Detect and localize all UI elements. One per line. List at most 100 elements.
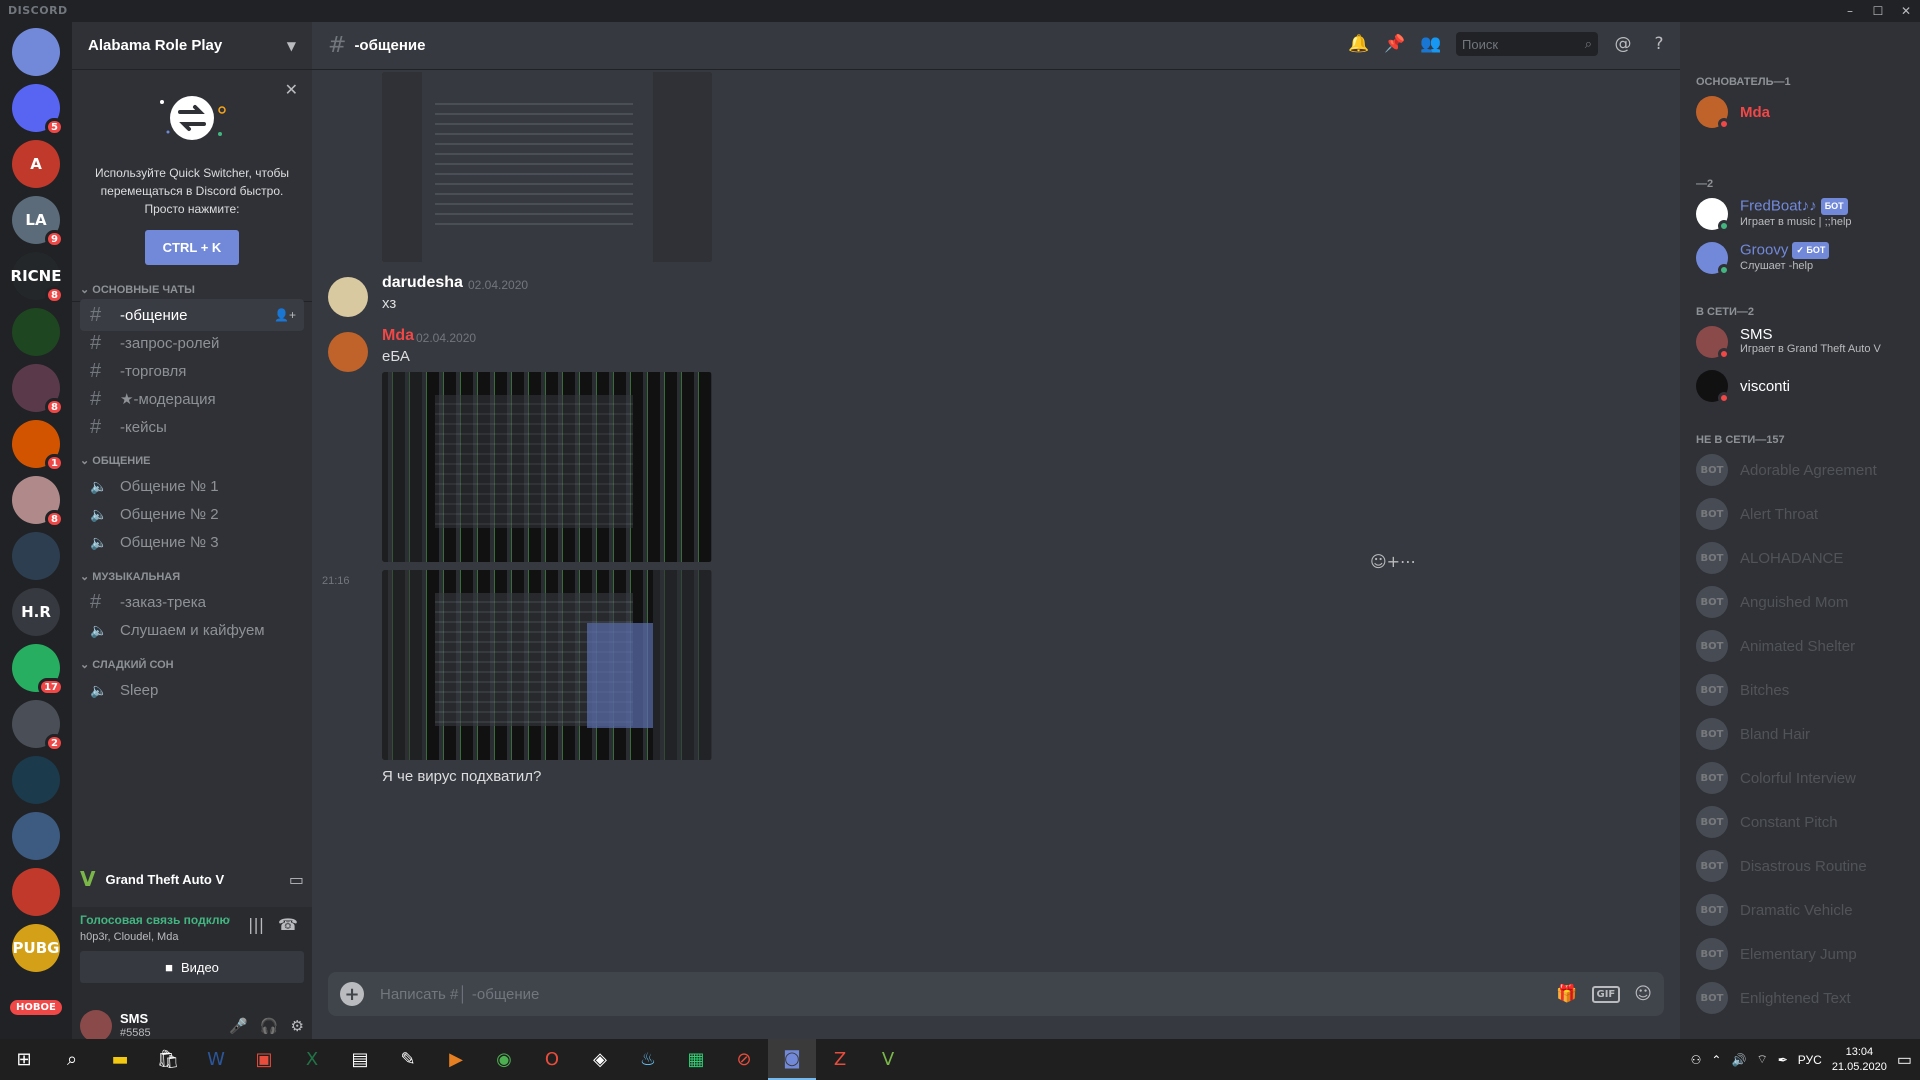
voice-channel-3[interactable]: 🔈 Общение № 3 [80, 526, 304, 558]
gta-taskbar-icon[interactable]: V [864, 1039, 912, 1080]
member-offline[interactable]: BOT ALOHADANCE [1696, 538, 1916, 578]
server-la-icon[interactable]: LA 9 [12, 196, 64, 248]
member-offline[interactable]: BOT Bitches [1696, 670, 1916, 710]
server-pubg-icon[interactable]: PUBG [12, 924, 60, 972]
media-icon[interactable]: ▶ [432, 1039, 480, 1080]
member-online[interactable]: visconti [1696, 366, 1916, 406]
member-offline[interactable]: BOT Elementary Jump [1696, 934, 1916, 974]
microphone-icon[interactable]: 🎤 [229, 1017, 248, 1035]
server-dark-icon[interactable] [12, 532, 60, 580]
pdf-icon[interactable]: ▣ [240, 1039, 288, 1080]
voice-connected-status[interactable]: Голосовая связь подключена [80, 913, 230, 927]
member-offline[interactable]: BOT Adorable Agreement [1696, 450, 1916, 490]
server-art-icon[interactable]: 2 [12, 700, 64, 752]
message-input[interactable]: Написать #│ -общение [380, 986, 539, 1003]
terminal-icon[interactable]: ▦ [672, 1039, 720, 1080]
network-icon[interactable]: ⌔ [1756, 1052, 1767, 1067]
member-offline[interactable]: BOT Anguished Mom [1696, 582, 1916, 622]
help-icon[interactable]: ? [1648, 34, 1670, 54]
disconnect-icon[interactable]: ☎ [278, 915, 298, 934]
member-offline[interactable]: BOT Enlightened Text [1696, 978, 1916, 1018]
windows-start-icon[interactable]: ⊞ [0, 1039, 48, 1080]
server-a-icon[interactable]: A [12, 140, 60, 188]
close-window-button[interactable]: ✕ [1892, 0, 1920, 22]
category-talk[interactable]: ⌄ ОБЩЕНИЕ [80, 454, 150, 467]
server-hr-icon[interactable]: H.R [12, 588, 60, 636]
add-attachment-icon[interactable]: + [340, 982, 364, 1006]
file-explorer-icon[interactable]: ▬ [96, 1039, 144, 1080]
voice-channel-sleep[interactable]: 🔈 Sleep [80, 674, 304, 706]
avatar[interactable] [328, 277, 368, 317]
attachment-image[interactable] [382, 372, 712, 562]
gift-icon[interactable]: 🎁 [1556, 984, 1577, 1004]
add-reaction-icon[interactable]: ☺+ [1370, 552, 1400, 571]
member-offline[interactable]: BOT Constant Pitch [1696, 802, 1916, 842]
chevron-up-icon[interactable]: ⌃ [1711, 1053, 1721, 1067]
pin-icon[interactable]: 📌 [1384, 34, 1406, 54]
member-offline[interactable]: BOT Dramatic Vehicle [1696, 890, 1916, 930]
word-icon[interactable]: W [192, 1039, 240, 1080]
gif-icon[interactable]: GIF [1591, 985, 1621, 1003]
clock[interactable]: 13:04 21.05.2020 [1832, 1045, 1887, 1075]
headphones-icon[interactable]: 🎧 [260, 1017, 279, 1035]
server-tap-icon[interactable] [12, 868, 60, 916]
server-orange-icon[interactable]: 1 [12, 420, 64, 472]
excel-icon[interactable]: X [288, 1039, 336, 1080]
server-ricne-icon[interactable]: RICNE 8 [11, 252, 64, 304]
video-button[interactable]: ■ Видео [80, 951, 304, 983]
notifications-icon[interactable]: ▭ [1897, 1050, 1912, 1070]
attachment-image[interactable] [382, 72, 712, 262]
app-icon[interactable]: ◈ [576, 1039, 624, 1080]
chrome-icon[interactable]: ◉ [480, 1039, 528, 1080]
soundboard-icon[interactable]: ||| [248, 915, 264, 934]
member-offline[interactable]: BOT Disastrous Routine [1696, 846, 1916, 886]
app-red-icon[interactable]: ⊘ [720, 1039, 768, 1080]
invite-icon[interactable]: 👤+ [274, 308, 296, 322]
members-icon[interactable]: 👥 [1420, 34, 1442, 54]
server-green-icon[interactable] [12, 308, 60, 356]
member-bot[interactable]: FredBoat♪♪ БОТ Играет в music | ;;help [1696, 194, 1916, 234]
server-pink-icon[interactable]: 8 [12, 364, 64, 416]
discord-home-icon[interactable] [12, 28, 60, 76]
server-target-icon[interactable] [12, 756, 60, 804]
member-offline[interactable]: BOT Animated Shelter [1696, 626, 1916, 666]
quick-switcher-shortcut-button[interactable]: CTRL + K [144, 230, 240, 265]
channel-keysy[interactable]: # -кейсы [80, 411, 304, 443]
server-frog-icon[interactable]: 17 [12, 644, 64, 696]
language-indicator[interactable]: РУС [1798, 1053, 1822, 1067]
member-owner[interactable]: Mda [1696, 92, 1916, 132]
emoji-icon[interactable]: ☺ [1634, 984, 1652, 1004]
notes-icon[interactable]: ▤ [336, 1039, 384, 1080]
category-sleep[interactable]: ⌄ СЛАДКИЙ СОН [80, 658, 174, 671]
screen-share-icon[interactable]: ▭ [289, 870, 304, 889]
maximize-button[interactable]: ☐ [1864, 0, 1892, 22]
member-offline[interactable]: BOT Colorful Interview [1696, 758, 1916, 798]
avatar[interactable] [328, 332, 368, 372]
member-online[interactable]: SMS Играет в Grand Theft Auto V [1696, 322, 1916, 362]
member-bot[interactable]: Groovy ✓ БОТ Слушает -help [1696, 238, 1916, 278]
more-options-icon[interactable]: ⋯ [1400, 552, 1416, 571]
volume-icon[interactable]: 🔊 [1731, 1053, 1746, 1067]
search-input[interactable]: Поиск ⌕ [1456, 32, 1598, 56]
member-offline[interactable]: BOT Alert Throat [1696, 494, 1916, 534]
category-music[interactable]: ⌄ МУЗЫКАЛЬНАЯ [80, 570, 180, 583]
search-icon[interactable]: ⌕ [48, 1039, 96, 1080]
mention-icon[interactable]: @ [1612, 34, 1634, 54]
pen-icon[interactable]: ✒ [1778, 1053, 1788, 1067]
voice-channel-music[interactable]: 🔈 Слушаем и кайфуем [80, 614, 304, 646]
attachment-image[interactable] [382, 570, 712, 760]
message-composer[interactable]: + Написать #│ -общение 🎁 GIF ☺ [328, 972, 1664, 1016]
filezilla-icon[interactable]: Z [816, 1039, 864, 1080]
settings-gear-icon[interactable]: ⚙ [291, 1017, 304, 1035]
opera-icon[interactable]: O [528, 1039, 576, 1080]
message-author[interactable]: Mda [382, 327, 414, 345]
server-face-icon[interactable]: 8 [12, 476, 64, 528]
server-truckers-icon[interactable] [12, 812, 60, 860]
new-badge[interactable]: НОВОЕ [10, 1000, 62, 1015]
minimize-button[interactable]: – [1836, 0, 1864, 22]
message-author[interactable]: darudesha [382, 274, 463, 292]
notepad-icon[interactable]: ✎ [384, 1039, 432, 1080]
people-icon[interactable]: ⚇ [1691, 1053, 1702, 1067]
store-icon[interactable]: 🛍 [144, 1039, 192, 1080]
bell-icon[interactable]: 🔔 [1348, 34, 1370, 54]
